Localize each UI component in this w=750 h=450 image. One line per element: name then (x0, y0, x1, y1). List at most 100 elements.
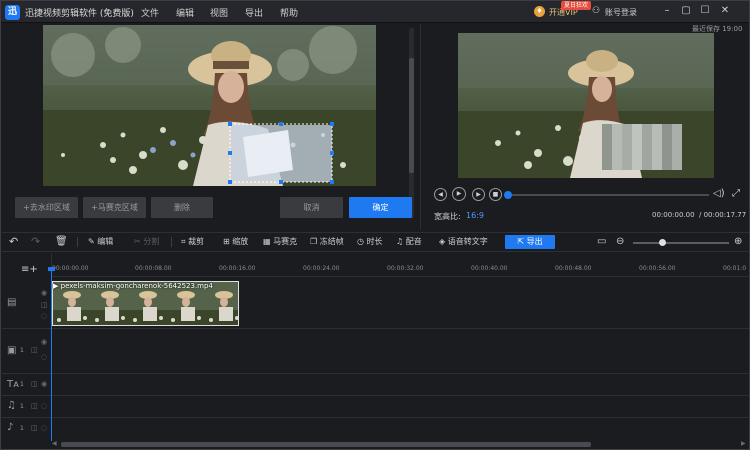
playback-progress-knob[interactable] (504, 191, 512, 199)
editor-video-frame[interactable] (43, 25, 376, 186)
volume-icon[interactable]: ◁) (713, 188, 725, 199)
lock-icon[interactable]: ◫ (31, 424, 38, 432)
app-title: 迅捷视频剪辑软件 (免费版) (25, 9, 134, 19)
mute-icon[interactable]: ◌ (41, 402, 47, 410)
track-divider (2, 328, 749, 329)
aspect-ratio-value[interactable]: 16:9 (466, 211, 484, 220)
speech-to-text-button[interactable]: ◈ 语音转文字 (439, 235, 488, 249)
text-track-icon: Tᴀ (7, 379, 20, 390)
minimize-button[interactable]: – (661, 5, 673, 17)
menu-file[interactable]: 文件 (141, 6, 159, 19)
music-track-number: 1 (20, 403, 24, 410)
speech-icon: ◈ (439, 237, 446, 246)
video-track-icon: ▤ (7, 297, 17, 308)
timeline-zoom-knob[interactable] (658, 239, 666, 246)
add-mosaic-area-button[interactable]: +马赛克区域 (83, 197, 146, 218)
delete-button[interactable]: 删除 (151, 197, 213, 218)
track-divider (2, 395, 749, 396)
scroll-right-icon[interactable]: ▶ (741, 440, 746, 447)
playback-progress-track[interactable] (507, 194, 709, 196)
preview-frame-image (458, 33, 714, 178)
track-divider (2, 417, 749, 418)
play-button[interactable]: ▶ (452, 187, 466, 201)
mute-icon[interactable]: ◌ (41, 424, 47, 432)
duration-label: 时长 (366, 237, 383, 246)
export-icon: ⇱ (517, 237, 525, 246)
playhead-handle[interactable] (48, 267, 55, 271)
lock-icon[interactable]: ◫ (31, 380, 38, 388)
eye-icon[interactable]: ◉ (41, 338, 47, 346)
eye-icon[interactable]: ◉ (41, 289, 47, 297)
ruler-tick: 00:00:16.00 (219, 265, 256, 272)
ruler-tick: 00:00:32.00 (387, 265, 424, 272)
add-track-icon[interactable]: ≡+ (21, 264, 38, 275)
zoom-tool-button[interactable]: ⊞ 缩放 (223, 235, 248, 249)
vip-diamond-icon[interactable]: ♦ (534, 6, 545, 17)
freeze-frame-icon: ❐ (310, 237, 318, 246)
confirm-button[interactable]: 确定 (349, 197, 412, 218)
lock-icon[interactable]: ◫ (41, 301, 48, 309)
timeline-zoom-slider[interactable] (633, 242, 729, 244)
edit-tool-button[interactable]: ✎ 编辑 (88, 235, 113, 249)
voice-track-number: 1 (20, 425, 24, 432)
crop-tool-button[interactable]: ⌗ 裁剪 (181, 235, 204, 249)
menu-export[interactable]: 导出 (245, 6, 263, 19)
app-window: 迅 迅捷视频剪辑软件 (免费版) 文件 编辑 视图 导出 帮助 ♦ 开通VIP … (0, 0, 750, 450)
clip-filename: pexels-maksim-goncharenok-5642523.mp4 (60, 282, 213, 290)
zoom-out-icon[interactable]: ⊖ (616, 235, 624, 249)
text-track-number: 1 (20, 381, 24, 388)
trash-icon[interactable]: 🗑 (55, 235, 68, 249)
dub-label: 配音 (405, 237, 422, 246)
edit-label: 编辑 (97, 237, 114, 246)
menu-view[interactable]: 视图 (210, 6, 228, 19)
ruler-tick: 00:00:56.00 (639, 265, 676, 272)
scroll-left-icon[interactable]: ◀ (52, 440, 57, 447)
mosaic-icon: ▦ (263, 237, 271, 246)
cancel-button[interactable]: 取消 (280, 197, 343, 218)
mute-icon[interactable]: ◌ (41, 353, 47, 361)
lock-icon[interactable]: ◫ (31, 402, 38, 410)
app-logo-icon: 迅 (5, 5, 20, 20)
mosaic-tool-button[interactable]: ▦ 马赛克 (263, 235, 297, 249)
undo-icon[interactable]: ↶ (9, 235, 18, 249)
export-button[interactable]: ⇱ 导出 (505, 235, 555, 249)
stop-button[interactable]: ■ (489, 188, 502, 201)
login-button[interactable]: 账号登录 (605, 7, 637, 18)
fit-timeline-icon[interactable]: ▭ (597, 235, 606, 249)
editor-scrollbar[interactable] (409, 28, 414, 218)
toolbar-divider (77, 237, 78, 247)
close-button[interactable]: ✕ (719, 5, 731, 17)
fullscreen-icon[interactable]: ⤢ (732, 188, 740, 199)
freeze-frame-button[interactable]: ❐ 冻结帧 (310, 235, 344, 249)
redo-icon[interactable]: ↷ (31, 235, 40, 249)
split-label: 分割 (143, 237, 160, 246)
eye-icon[interactable]: ◉ (41, 380, 47, 388)
mosaic-label: 马赛克 (273, 237, 298, 246)
timeline-playhead[interactable] (51, 269, 52, 441)
menu-edit[interactable]: 编辑 (176, 6, 194, 19)
editor-frame-image (43, 25, 376, 186)
menu-help[interactable]: 帮助 (280, 6, 298, 19)
prev-frame-button[interactable]: ◀ (434, 188, 447, 201)
voice-track-icon: ♪ (7, 422, 14, 433)
duration-tool-button[interactable]: ◷ 时长 (357, 235, 383, 249)
restore-button[interactable]: ▢ (680, 5, 692, 17)
next-frame-button[interactable]: ▶ (472, 188, 485, 201)
editor-scroll-thumb[interactable] (409, 58, 414, 173)
split-tool-button[interactable]: ✂ 分割 (134, 235, 159, 249)
pip-track-number: 1 (20, 347, 24, 354)
freeze-frame-label: 冻结帧 (319, 237, 344, 246)
lock-icon[interactable]: ◫ (31, 346, 38, 354)
export-label: 导出 (526, 237, 543, 246)
add-watermark-area-button[interactable]: +去水印区域 (15, 197, 78, 218)
dub-tool-button[interactable]: ♫ 配音 (396, 235, 422, 249)
timeline-scroll-thumb[interactable] (61, 442, 591, 447)
toolbar-divider (171, 237, 172, 247)
mute-icon[interactable]: ◌ (41, 312, 47, 320)
user-icon[interactable]: ⚇ (592, 6, 602, 17)
zoom-in-icon[interactable]: ⊕ (734, 235, 742, 249)
maximize-button[interactable]: ☐ (699, 5, 711, 17)
ruler-tick: 00:00:24.00 (303, 265, 340, 272)
speech-label: 语音转文字 (447, 237, 488, 246)
total-time: / 00:00:17.77 (699, 211, 747, 219)
